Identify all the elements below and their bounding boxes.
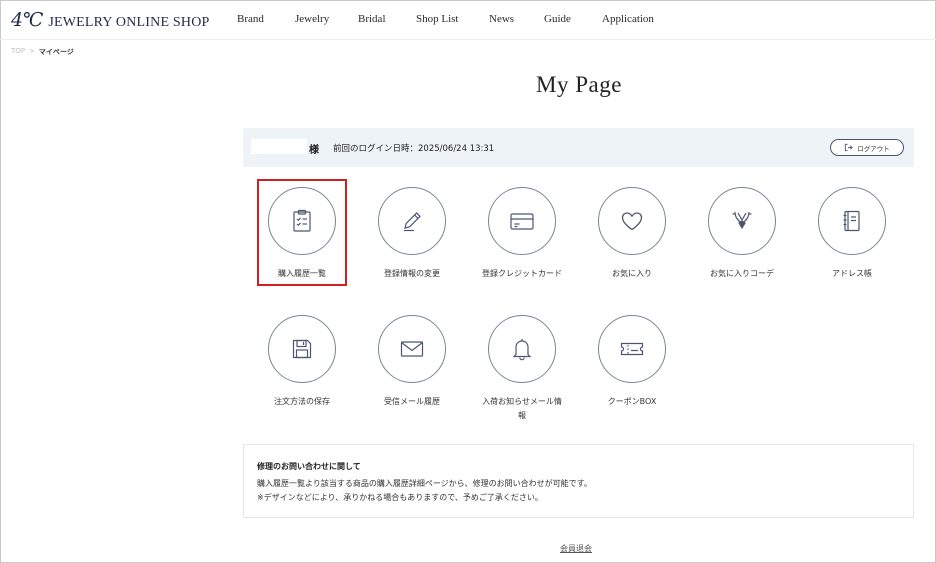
menu-label: 受信メール履歴 xyxy=(384,397,440,406)
floppy-disk-icon xyxy=(268,315,336,383)
last-login-text: 前回のログイン日時：2025/06/24 13:31 xyxy=(333,144,495,154)
nav-application[interactable]: Application xyxy=(602,13,654,25)
coupon-ticket-icon xyxy=(598,315,666,383)
menu-label: 注文方法の保存 xyxy=(274,397,330,406)
envelope-icon xyxy=(378,315,446,383)
honorific: 様 xyxy=(309,145,319,156)
member-name-redacted xyxy=(251,139,307,154)
notice-line-2: ※デザインなどにより、承りかねる場合もありますので、予めご了承ください。 xyxy=(257,493,543,502)
notice-title: 修理のお問い合わせに関して xyxy=(257,462,361,471)
menu-label: アドレス帳 xyxy=(832,269,872,278)
breadcrumb-separator: > xyxy=(29,47,35,55)
logout-label: ログアウト xyxy=(857,144,890,153)
address-book-icon xyxy=(818,187,886,255)
nav-brand[interactable]: Brand xyxy=(237,13,264,25)
menu-restock-notification[interactable]: 入荷お知らせメール情報 xyxy=(472,315,572,423)
breadcrumb-top-link[interactable]: TOP xyxy=(11,47,25,57)
page-title: My Page xyxy=(536,72,622,97)
withdraw-membership-link[interactable]: 会員退会 xyxy=(560,543,592,554)
credit-card-icon xyxy=(488,187,556,255)
breadcrumb: TOP > マイページ xyxy=(11,47,74,57)
necklace-icon xyxy=(708,187,776,255)
login-info-bar: 様 前回のログイン日時：2025/06/24 13:31 ログアウト xyxy=(243,128,914,167)
nav-bridal[interactable]: Bridal xyxy=(358,13,386,25)
menu-label: 登録情報の変更 xyxy=(384,269,440,278)
repair-inquiry-notice: 修理のお問い合わせに関して 購入履歴一覧より該当する商品の購入履歴詳細ページから… xyxy=(243,444,914,518)
notice-line-1: 購入履歴一覧より該当する商品の購入履歴詳細ページから、修理のお問い合わせが可能で… xyxy=(257,479,592,488)
menu-save-order-method[interactable]: 注文方法の保存 xyxy=(252,315,352,409)
nav-news[interactable]: News xyxy=(489,13,514,25)
menu-coupon-box[interactable]: クーポンBOX xyxy=(582,315,682,409)
main-nav: Brand Jewelry Bridal Shop List News Guid… xyxy=(0,13,936,27)
logout-button[interactable]: ログアウト xyxy=(830,139,904,156)
highlight-box xyxy=(257,179,347,286)
heart-icon xyxy=(598,187,666,255)
site-header: 4℃ JEWELRY ONLINE SHOP Brand Jewelry Bri… xyxy=(0,0,936,40)
menu-label: お気に入り xyxy=(612,269,652,278)
logout-icon xyxy=(844,143,853,152)
menu-label: 登録クレジットカード xyxy=(482,269,562,278)
nav-shop-list[interactable]: Shop List xyxy=(416,13,458,25)
menu-label: 入荷お知らせメール情報 xyxy=(482,397,562,420)
breadcrumb-current: マイページ xyxy=(38,48,74,56)
menu-favorites[interactable]: お気に入り xyxy=(582,187,682,281)
menu-received-mail-history[interactable]: 受信メール履歴 xyxy=(362,315,462,409)
menu-address-book[interactable]: アドレス帳 xyxy=(802,187,902,281)
menu-edit-registration[interactable]: 登録情報の変更 xyxy=(362,187,462,281)
nav-guide[interactable]: Guide xyxy=(544,13,571,25)
menu-favorite-coordinates[interactable]: お気に入りコーデ xyxy=(692,187,792,281)
menu-registered-card[interactable]: 登録クレジットカード xyxy=(472,187,572,281)
nav-jewelry[interactable]: Jewelry xyxy=(295,13,329,25)
menu-label: お気に入りコーデ xyxy=(710,269,774,278)
bell-icon xyxy=(488,315,556,383)
pencil-icon xyxy=(378,187,446,255)
menu-label: クーポンBOX xyxy=(607,397,657,406)
